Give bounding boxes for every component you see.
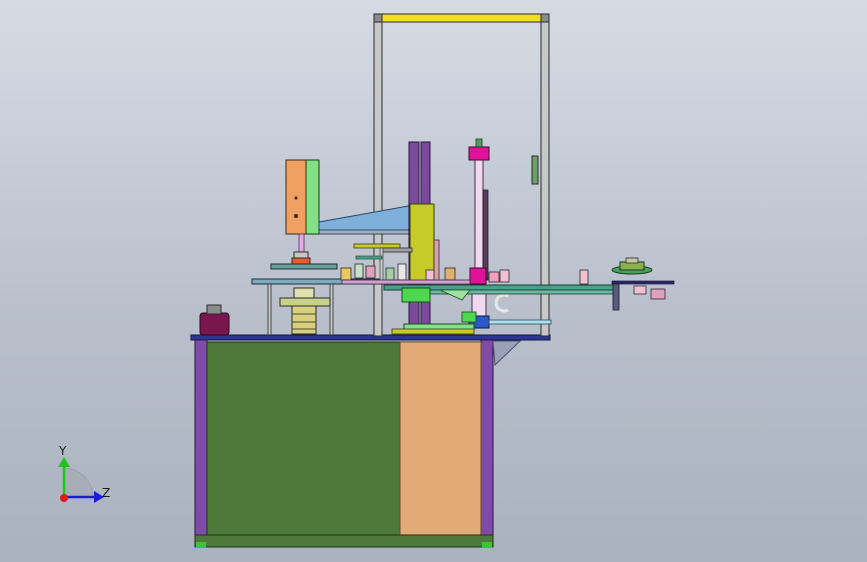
cabinet-door: [399, 341, 482, 536]
pink-cylinder-column: [474, 157, 484, 271]
part: [488, 271, 500, 283]
feeder-post: [579, 269, 589, 285]
cabinet-leg-left: [194, 339, 208, 548]
cabinet-leg-right: [480, 339, 494, 548]
part: [385, 267, 395, 281]
part: [444, 267, 456, 281]
press-blade-rail: [318, 229, 424, 235]
gantry-corner-left: [373, 13, 383, 23]
press-hole: [294, 214, 298, 218]
foot-left: [196, 542, 206, 548]
turntable-plate: [270, 263, 338, 270]
lime-ramp: [439, 289, 471, 301]
part: [499, 269, 510, 283]
press-head: [293, 251, 309, 259]
machine-drawing: Y Z: [58, 13, 675, 548]
z-axis-label: Z: [102, 486, 110, 500]
feeder-bowl-top: [625, 257, 639, 264]
c-hook: [494, 293, 509, 313]
base-cabinet: [190, 334, 551, 548]
lime-block: [401, 287, 431, 303]
press-hole: [294, 196, 298, 200]
feeder-output: [650, 288, 666, 300]
press-cyan-blade: [318, 204, 415, 233]
table-top: [190, 334, 551, 341]
part: [425, 269, 435, 281]
right-feeder: [579, 257, 675, 311]
lime-strip: [461, 311, 477, 323]
foot-right: [482, 542, 492, 548]
spindle-flange: [279, 297, 331, 307]
magenta-block: [469, 267, 487, 285]
control-box: [199, 304, 230, 336]
bracket-gray: [381, 247, 413, 253]
platform-leg: [329, 283, 334, 336]
cabinet-base-rail: [194, 534, 494, 548]
part: [340, 267, 352, 281]
gantry-post-left: [373, 14, 383, 337]
support-bracket: [492, 340, 522, 367]
part: [354, 263, 364, 279]
control-box-cap: [206, 304, 222, 315]
y-axis-label: Y: [58, 444, 67, 458]
control-box-body: [199, 312, 230, 336]
transfer-bar: [341, 279, 471, 285]
platform-leg: [267, 283, 272, 336]
spindle-body: [291, 305, 317, 335]
y-axis-arrow: [58, 457, 70, 467]
gantry-corner-right: [540, 13, 550, 23]
feeder-leg: [612, 283, 620, 311]
magenta-cap: [468, 146, 490, 161]
blue-rod: [488, 319, 552, 325]
cylinder-top-pin: [475, 138, 483, 148]
press-rod: [298, 233, 305, 253]
teal-guide: [355, 255, 383, 260]
cabinet-side-panel: [206, 341, 401, 536]
gantry-top-beam: [373, 13, 550, 23]
coordinate-triad: Y Z: [58, 444, 110, 503]
dark-guide-rail: [482, 189, 489, 281]
x-axis-dot: [60, 494, 68, 502]
guide-post: [433, 239, 440, 283]
feeder-arm: [611, 280, 675, 285]
olive-base-bar: [391, 328, 475, 335]
rod-small: [379, 247, 384, 283]
feeder-pink-block: [633, 285, 647, 295]
olive-bar: [353, 243, 401, 249]
press-green-panel: [305, 159, 320, 235]
press-nozzle: [291, 257, 311, 265]
part: [397, 263, 407, 281]
spindle-top: [293, 287, 315, 299]
triad-quadrant: [63, 467, 94, 498]
side-bracket: [531, 155, 539, 185]
part: [365, 265, 376, 279]
